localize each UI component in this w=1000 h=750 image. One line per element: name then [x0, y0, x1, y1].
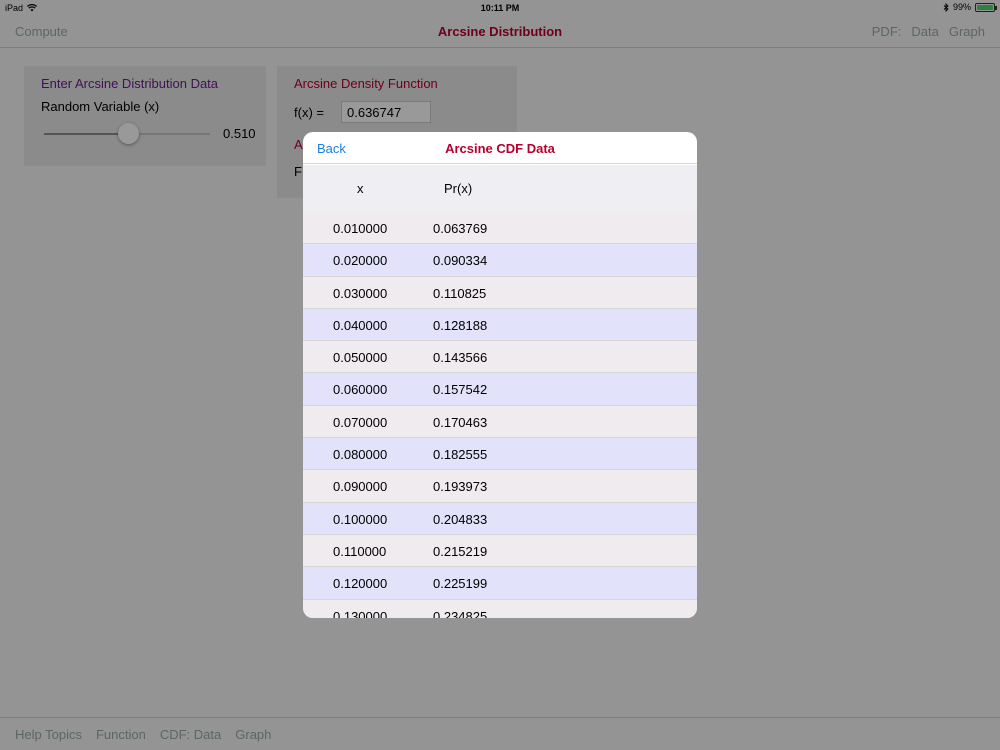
cell-pr: 0.225199 — [433, 576, 488, 592]
cell-x: 0.040000 — [333, 317, 388, 333]
table-row[interactable]: 0.050000 0.143566 — [303, 341, 697, 374]
modal-title: Arcsine CDF Data — [445, 141, 555, 156]
table-row[interactable]: 0.090000 0.193973 — [303, 470, 697, 503]
cdf-data-modal: Back Arcsine CDF Data x Pr(x) 0.010000 0.… — [303, 132, 697, 618]
cell-x: 0.090000 — [333, 479, 388, 495]
cell-pr: 0.128188 — [433, 317, 488, 333]
cell-pr: 0.170463 — [433, 414, 488, 430]
table-row[interactable]: 0.080000 0.182555 — [303, 438, 697, 471]
cell-pr: 0.063769 — [433, 221, 488, 236]
cell-x: 0.120000 — [333, 576, 388, 592]
table-row[interactable]: 0.130000 0.234825 — [303, 599, 697, 618]
modal-header: Back Arcsine CDF Data — [303, 132, 697, 164]
cell-pr: 0.110825 — [433, 285, 487, 301]
table-row[interactable]: 0.020000 0.090334 — [303, 244, 697, 277]
cell-pr: 0.234825 — [433, 608, 488, 618]
cell-x: 0.020000 — [333, 253, 388, 269]
cell-pr: 0.215219 — [433, 543, 488, 559]
table-header: x Pr(x) — [303, 165, 697, 212]
table-row[interactable]: 0.120000 0.225199 — [303, 567, 697, 600]
table-row[interactable]: 0.060000 0.157542 — [303, 373, 697, 406]
column-x-header: x — [357, 181, 364, 196]
table-row[interactable]: 0.030000 0.110825 — [303, 276, 697, 309]
table-row[interactable]: 0.010000 0.063769 — [303, 212, 697, 245]
cell-x: 0.050000 — [333, 350, 388, 366]
cell-pr: 0.204833 — [433, 511, 488, 527]
cell-pr: 0.182555 — [433, 447, 488, 463]
table-row[interactable]: 0.110000 0.215219 — [303, 534, 697, 568]
cell-x: 0.100000 — [333, 511, 388, 527]
cell-pr: 0.157542 — [433, 382, 488, 398]
cell-x: 0.110000 — [333, 543, 387, 559]
column-pr-header: Pr(x) — [444, 181, 473, 196]
table-row[interactable]: 0.100000 0.204833 — [303, 502, 697, 535]
cell-x: 0.060000 — [333, 382, 388, 398]
cell-x: 0.070000 — [333, 414, 388, 430]
cell-x: 0.130000 — [333, 608, 388, 618]
cell-pr: 0.193973 — [433, 479, 488, 495]
cell-pr: 0.143566 — [433, 350, 488, 366]
cell-x: 0.080000 — [333, 447, 388, 463]
cell-x: 0.030000 — [333, 285, 388, 301]
cell-x: 0.010000 — [333, 221, 388, 236]
table-row[interactable]: 0.040000 0.128188 — [303, 308, 697, 342]
table-row[interactable]: 0.070000 0.170463 — [303, 405, 697, 439]
cdf-table[interactable]: 0.010000 0.063769 0.020000 0.090334 0.030000… — [303, 212, 697, 618]
cell-pr: 0.090334 — [433, 253, 488, 269]
